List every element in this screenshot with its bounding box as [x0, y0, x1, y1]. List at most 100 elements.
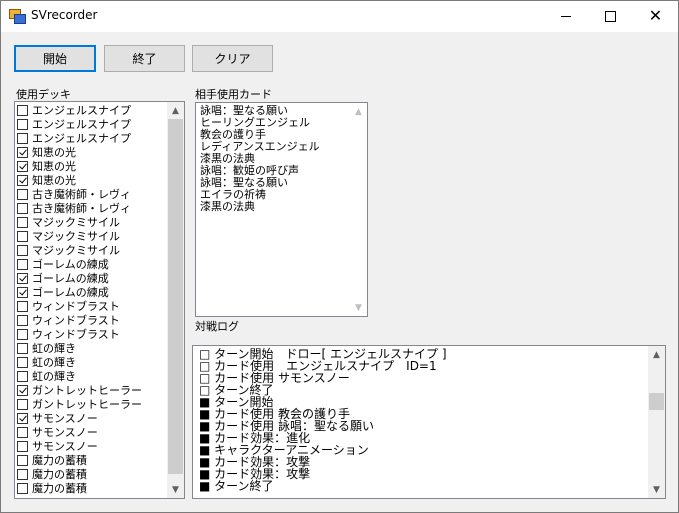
deck-item[interactable]: 虹の輝き: [17, 369, 142, 383]
deck-item-label: 知恵の光: [32, 173, 76, 187]
deck-item-checkbox[interactable]: [17, 258, 28, 270]
minimize-button[interactable]: [543, 1, 588, 31]
end-button[interactable]: 終了: [104, 45, 185, 72]
deck-item-label: エンジェルスナイプ: [32, 131, 131, 145]
deck-item-label: エンジェルスナイプ: [32, 103, 131, 117]
scroll-down-icon[interactable]: ▼: [648, 481, 665, 498]
deck-item[interactable]: 知恵の光: [17, 145, 142, 159]
deck-item-checkbox[interactable]: [17, 454, 28, 466]
start-button[interactable]: 開始: [14, 45, 96, 72]
deck-item-checkbox[interactable]: [17, 132, 28, 144]
deck-item-checkbox[interactable]: [17, 272, 28, 284]
battle-log-list[interactable]: □ ターン開始 ドロー[ エンジェルスナイプ ] □ カード使用 エンジェルスナイ…: [192, 345, 666, 499]
opponent-scrollbar[interactable]: ▲ ▼: [350, 103, 367, 316]
deck-item-checkbox[interactable]: [17, 398, 28, 410]
deck-item-checkbox[interactable]: [17, 300, 28, 312]
deck-item[interactable]: 魔力の蓄積: [17, 453, 142, 467]
deck-item-label: サモンスノー: [32, 439, 98, 453]
deck-item-label: 古き魔術師・レヴィ: [32, 187, 131, 201]
deck-item[interactable]: 魔力の蓄積: [17, 481, 142, 495]
scroll-up-icon[interactable]: ▲: [350, 103, 367, 120]
deck-item-label: 魔力の蓄積: [32, 481, 87, 495]
deck-item-checkbox[interactable]: [17, 314, 28, 326]
deck-item[interactable]: エンジェルスナイプ: [17, 117, 142, 131]
deck-item-checkbox[interactable]: [17, 146, 28, 158]
deck-item[interactable]: ゴーレムの練成: [17, 271, 142, 285]
window-title: SVrecorder: [31, 8, 98, 22]
log-entry[interactable]: ■ ターン終了: [199, 480, 447, 492]
scroll-up-icon[interactable]: ▲: [167, 102, 184, 119]
close-button[interactable]: ✕: [633, 1, 678, 31]
deck-item[interactable]: サモンスノー: [17, 439, 142, 453]
deck-item[interactable]: ガントレットヒーラー: [17, 383, 142, 397]
deck-item[interactable]: 虹の輝き: [17, 341, 142, 355]
deck-item-label: ゴーレムの練成: [32, 257, 109, 271]
deck-item-checkbox[interactable]: [17, 356, 28, 368]
maximize-icon: [605, 10, 616, 22]
scroll-up-icon[interactable]: ▲: [648, 346, 665, 363]
deck-item[interactable]: エンジェルスナイプ: [17, 131, 142, 145]
battle-log-label: 対戦ログ: [195, 320, 239, 333]
minimize-icon: [560, 15, 571, 17]
deck-item[interactable]: 虹の輝き: [17, 355, 142, 369]
deck-item-checkbox[interactable]: [17, 412, 28, 424]
deck-item-checkbox[interactable]: [17, 118, 28, 130]
deck-item[interactable]: ゴーレムの練成: [17, 285, 142, 299]
deck-item-checkbox[interactable]: [17, 230, 28, 242]
deck-item-label: サモンスノー: [32, 425, 98, 439]
deck-item-checkbox[interactable]: [17, 286, 28, 298]
deck-item[interactable]: ウィンドブラスト: [17, 327, 142, 341]
opponent-card-item[interactable]: 漆黒の法典: [200, 201, 320, 213]
deck-item-label: エンジェルスナイプ: [32, 117, 131, 131]
deck-item-checkbox[interactable]: [17, 244, 28, 256]
deck-item-label: 魔力の蓄積: [32, 467, 87, 481]
deck-scrollbar[interactable]: ▲ ▼: [167, 102, 184, 498]
deck-item-checkbox[interactable]: [17, 202, 28, 214]
deck-item-checkbox[interactable]: [17, 482, 28, 494]
deck-item-checkbox[interactable]: [17, 160, 28, 172]
deck-item-label: マジックミサイル: [32, 229, 120, 243]
deck-item[interactable]: 知恵の光: [17, 159, 142, 173]
deck-item[interactable]: マジックミサイル: [17, 229, 142, 243]
deck-item-checkbox[interactable]: [17, 426, 28, 438]
deck-item[interactable]: ゴーレムの練成: [17, 257, 142, 271]
deck-item-label: 虹の輝き: [32, 369, 76, 383]
deck-item[interactable]: サモンスノー: [17, 411, 142, 425]
log-scrollbar[interactable]: ▲ ▼: [648, 346, 665, 498]
deck-item-checkbox[interactable]: [17, 468, 28, 480]
deck-item[interactable]: ウィンドブラスト: [17, 299, 142, 313]
deck-item[interactable]: 知恵の光: [17, 173, 142, 187]
deck-item-checkbox[interactable]: [17, 104, 28, 116]
deck-item-label: マジックミサイル: [32, 243, 120, 257]
deck-item-label: ゴーレムの練成: [32, 271, 109, 285]
deck-item[interactable]: 魔力の蓄積: [17, 467, 142, 481]
deck-item-checkbox[interactable]: [17, 174, 28, 186]
deck-item-checkbox[interactable]: [17, 188, 28, 200]
deck-checklist[interactable]: エンジェルスナイプ エンジェルスナイプ エンジェルスナイプ 知恵の光 知恵の光 知恵の光古…: [14, 101, 185, 499]
opponent-cards-label: 相手使用カード: [195, 88, 272, 101]
deck-item[interactable]: 古き魔術師・レヴィ: [17, 201, 142, 215]
scroll-down-icon[interactable]: ▼: [350, 299, 367, 316]
deck-item-label: 古き魔術師・レヴィ: [32, 201, 131, 215]
deck-item[interactable]: ウィンドブラスト: [17, 313, 142, 327]
deck-item-checkbox[interactable]: [17, 328, 28, 340]
scroll-down-icon[interactable]: ▼: [167, 481, 184, 498]
deck-item-checkbox[interactable]: [17, 216, 28, 228]
scrollbar-thumb[interactable]: [649, 393, 664, 410]
deck-item-checkbox[interactable]: [17, 384, 28, 396]
deck-item-checkbox[interactable]: [17, 342, 28, 354]
deck-item[interactable]: 古き魔術師・レヴィ: [17, 187, 142, 201]
deck-item-checkbox[interactable]: [17, 370, 28, 382]
app-window: SVrecorder ✕ 開始 終了 クリア 使用デッキ 相手使用カード 対戦ロ…: [0, 0, 679, 513]
deck-item[interactable]: エンジェルスナイプ: [17, 103, 142, 117]
clear-button[interactable]: クリア: [192, 45, 273, 72]
deck-item[interactable]: マジックミサイル: [17, 243, 142, 257]
scrollbar-thumb[interactable]: [168, 119, 183, 474]
deck-item-checkbox[interactable]: [17, 440, 28, 452]
maximize-button[interactable]: [588, 1, 633, 31]
deck-item[interactable]: サモンスノー: [17, 425, 142, 439]
title-bar[interactable]: SVrecorder ✕: [1, 1, 678, 32]
opponent-cards-list[interactable]: 詠唱：聖なる願い ヒーリングエンジェル 教会の護り手 レディアンスエンジェル 漆黒の法典…: [195, 102, 368, 317]
deck-item[interactable]: ガントレットヒーラー: [17, 397, 142, 411]
deck-item[interactable]: マジックミサイル: [17, 215, 142, 229]
